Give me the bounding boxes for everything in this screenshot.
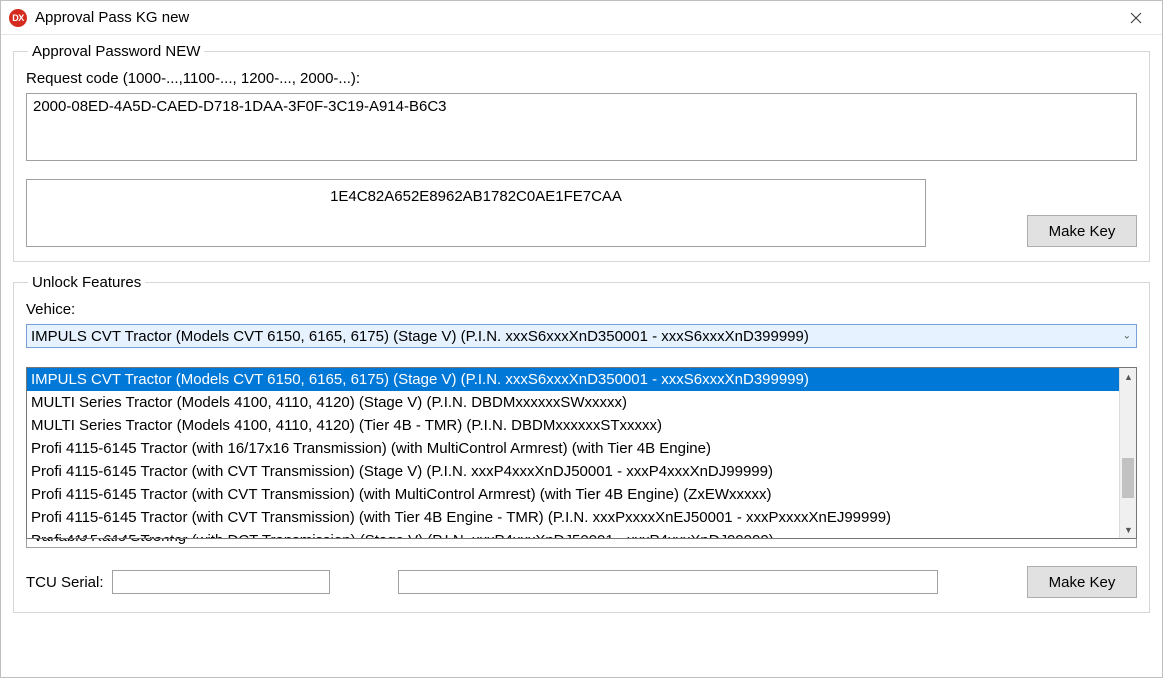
group-approval-password: Approval Password NEW Request code (1000… — [13, 43, 1150, 262]
scroll-thumb[interactable] — [1122, 458, 1134, 498]
window-title: Approval Pass KG new — [35, 9, 1116, 26]
vehicle-option[interactable]: Profi 4115-6145 Tractor (with CVT Transm… — [27, 506, 1119, 529]
tcu-output[interactable] — [398, 570, 938, 594]
app-icon: DX — [9, 9, 27, 27]
scroll-down-icon[interactable]: ▼ — [1120, 521, 1137, 538]
vehicle-option[interactable]: MULTI Series Tractor (Models 4100, 4110,… — [27, 391, 1119, 414]
vehicle-option[interactable]: IMPULS CVT Tractor (Models CVT 6150, 616… — [27, 368, 1119, 391]
make-key-button-unlock[interactable]: Make Key — [1027, 566, 1137, 598]
vehicle-combobox[interactable] — [26, 324, 1137, 348]
tcu-serial-input[interactable] — [112, 570, 330, 594]
client-area: Approval Password NEW Request code (1000… — [1, 35, 1162, 677]
close-icon — [1130, 12, 1142, 24]
scroll-up-icon[interactable]: ▲ — [1120, 368, 1137, 385]
make-key-button[interactable]: Make Key — [1027, 215, 1137, 247]
group-unlock-title: Unlock Features — [28, 274, 145, 291]
vehicle-option[interactable]: Profi 4115-6145 Tractor (with CVT Transm… — [27, 460, 1119, 483]
key-output: 1E4C82A652E8962AB1782C0AE1FE7CAA — [26, 179, 926, 247]
vehicle-dropdown-list[interactable]: IMPULS CVT Tractor (Models CVT 6150, 616… — [26, 367, 1137, 539]
group-unlock-features: Unlock Features Vehice: ⌄ IMPULS CVT Tra… — [13, 274, 1150, 613]
tcu-serial-label: TCU Serial: — [26, 574, 104, 591]
request-code-input[interactable] — [26, 93, 1137, 161]
dropdown-scrollbar[interactable]: ▲ ▼ — [1119, 368, 1136, 538]
group-approval-title: Approval Password NEW — [28, 43, 204, 60]
key-output-text: 1E4C82A652E8962AB1782C0AE1FE7CAA — [330, 188, 622, 205]
vehicle-option[interactable]: MULTI Series Tractor (Models 4100, 4110,… — [27, 414, 1119, 437]
vehicle-label: Vehice: — [26, 301, 1137, 318]
vehicle-option[interactable]: Profi 4115-6145 Tractor (with DCT Transm… — [27, 529, 1119, 538]
window-root: DX Approval Pass KG new Approval Passwor… — [0, 0, 1163, 678]
vehicle-option[interactable]: Profi 4115-6145 Tractor (with 16/17x16 T… — [27, 437, 1119, 460]
request-code-label: Request code (1000-...,1100-..., 1200-..… — [26, 70, 1137, 87]
close-button[interactable] — [1116, 4, 1156, 32]
vehicle-option[interactable]: Profi 4115-6145 Tractor (with CVT Transm… — [27, 483, 1119, 506]
titlebar: DX Approval Pass KG new — [1, 1, 1162, 35]
